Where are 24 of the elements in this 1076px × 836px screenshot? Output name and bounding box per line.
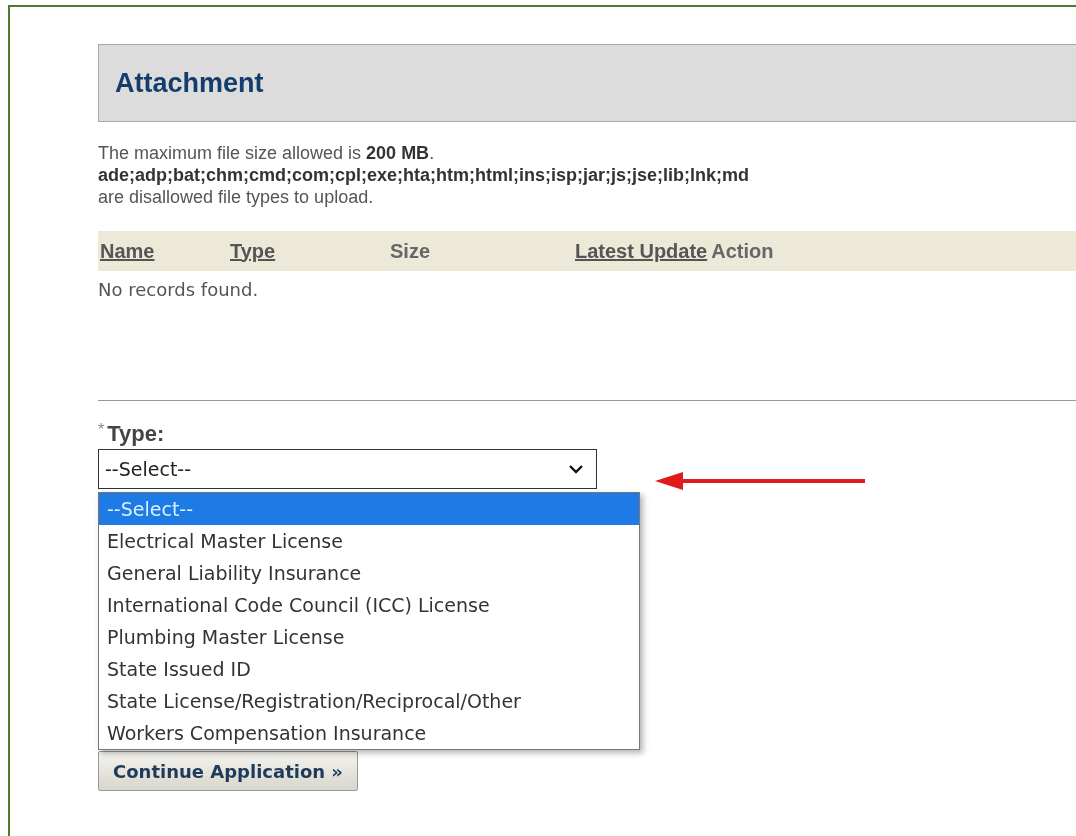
dropdown-option[interactable]: Plumbing Master License: [99, 621, 639, 653]
arrow-icon: [655, 470, 865, 492]
disallowed-text: are disallowed file types to upload.: [98, 186, 375, 208]
file-size-text: The maximum file size allowed is 200 MB.: [98, 142, 436, 164]
dropdown-option[interactable]: Workers Compensation Insurance: [99, 717, 639, 749]
dropdown-option[interactable]: International Code Council (ICC) License: [99, 589, 639, 621]
dropdown-option[interactable]: State License/Registration/Reciprocal/Other: [99, 685, 639, 717]
column-header: Action: [711, 239, 774, 263]
file-types-text: ade;adp;bat;chm;cmd;com;cpl;exe;hta;htm;html;ins;isp;jar;js;jse;lib;lnk;md: [98, 164, 751, 186]
chevron-down-icon: [568, 464, 584, 474]
dropdown-option[interactable]: General Liability Insurance: [99, 557, 639, 589]
type-select[interactable]: --Select--: [98, 449, 597, 489]
empty-message: No records found.: [98, 279, 260, 300]
column-header: Size: [390, 239, 432, 263]
column-sort-link[interactable]: Name: [100, 239, 230, 263]
dropdown-option[interactable]: Electrical Master License: [99, 525, 639, 557]
dropdown-option[interactable]: State Issued ID: [99, 653, 639, 685]
section-title: Attachment: [115, 67, 264, 99]
field-label: Type:: [107, 421, 165, 447]
required-mark: *: [98, 421, 105, 439]
column-sort-link[interactable]: Type: [230, 239, 390, 263]
column-sort-link[interactable]: Latest Update: [575, 239, 708, 263]
continue-button[interactable]: Continue Application »: [98, 751, 358, 791]
dropdown-option[interactable]: --Select--: [99, 493, 639, 525]
